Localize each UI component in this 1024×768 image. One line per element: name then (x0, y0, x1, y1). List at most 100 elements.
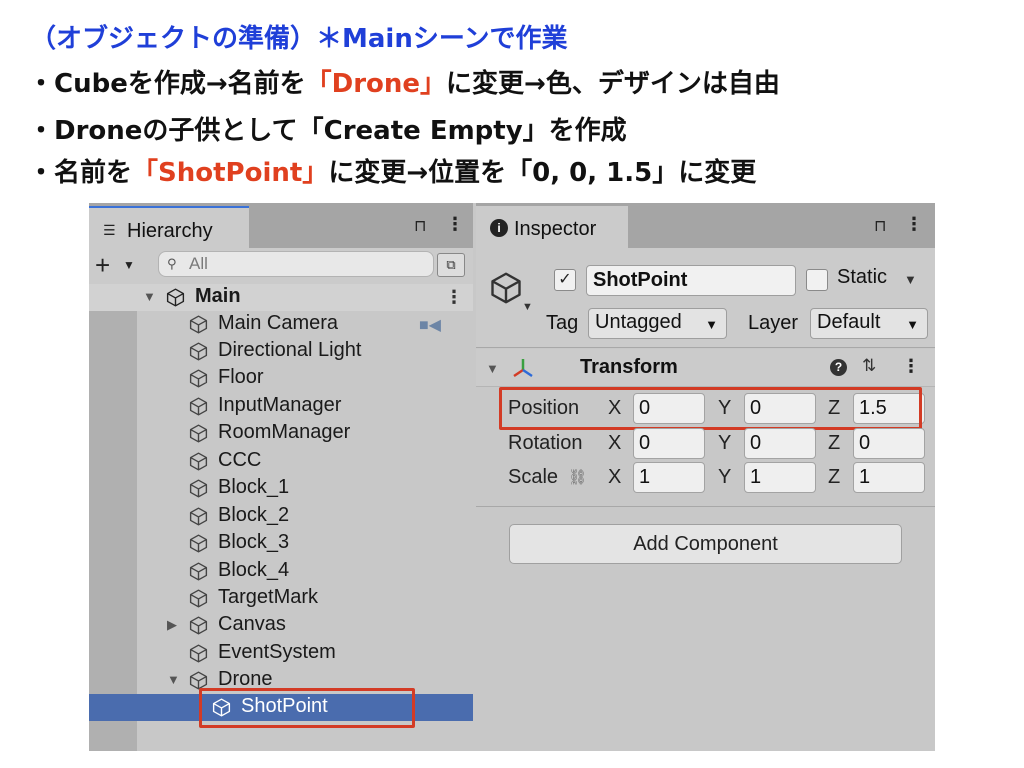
unity-scene-icon (165, 287, 186, 308)
kebab-icon[interactable]: ⋮ (446, 214, 464, 235)
object-name-field[interactable]: ShotPoint (586, 265, 796, 296)
cube-icon (188, 588, 209, 609)
bullet-2: ・Droneの子供として「Create Empty」を作成 (28, 110, 627, 147)
transform-axes-icon (513, 359, 533, 378)
hierarchy-panel: ☰ Hierarchy ⊓ ⋮ + ▼ ⚲ ⧉ ▼ Main ⋮ Main Ca… (89, 203, 473, 751)
presets-icon[interactable]: ⇅ (862, 356, 876, 376)
property-label: Rotation (508, 432, 583, 454)
bullet-3-text: ・名前を (28, 158, 133, 188)
item-label: EventSystem (218, 641, 336, 663)
cube-icon (188, 506, 209, 527)
scene-menu-icon[interactable]: ⋮ (445, 287, 463, 308)
axis-label: Z (828, 432, 841, 454)
tab-hierarchy[interactable]: ☰ Hierarchy (89, 206, 249, 248)
position-y-field[interactable]: 0 (744, 393, 816, 424)
rotation-y-field[interactable]: 0 (744, 428, 816, 459)
tag-dropdown[interactable]: Untagged ▼ (588, 308, 727, 339)
icon-picker-caret-icon[interactable]: ▼ (522, 301, 533, 313)
bullet-3: ・名前を「ShotPoint」に変更→位置を「0, 0, 1.5」に変更 (28, 152, 756, 189)
cube-icon (188, 478, 209, 499)
list-item[interactable]: InputManager (89, 393, 473, 420)
constrain-proportions-icon[interactable]: ⛓ (568, 468, 587, 486)
static-checkbox[interactable] (806, 269, 828, 291)
list-item[interactable]: Directional Light (89, 338, 473, 365)
cube-icon (188, 451, 209, 472)
bullet-2-text: ・Droneの子供として「Create Empty」を作成 (28, 116, 627, 146)
rotation-x-field[interactable]: 0 (633, 428, 705, 459)
hierarchy-tabbar: ☰ Hierarchy ⊓ ⋮ (89, 203, 473, 248)
scene-label: Main (195, 285, 241, 307)
item-label: InputManager (218, 394, 342, 416)
axis-label: X (608, 466, 622, 488)
bullet-1-highlight: 「Drone」 (305, 69, 447, 99)
cube-icon (211, 697, 232, 718)
lock-icon[interactable]: ⊓ (414, 216, 426, 236)
axis-label: Y (718, 432, 732, 454)
list-item[interactable]: Main Camera (89, 311, 473, 338)
list-item[interactable]: RoomManager (89, 420, 473, 447)
bullet-1-text-end: に変更→色、デザインは自由 (446, 69, 780, 99)
layer-dropdown[interactable]: Default ▼ (810, 308, 928, 339)
static-dropdown-icon[interactable]: ▼ (904, 272, 917, 287)
position-x-field[interactable]: 0 (633, 393, 705, 424)
list-item[interactable]: Block_2 (89, 503, 473, 530)
list-item[interactable]: TargetMark (89, 585, 473, 612)
scale-x-field[interactable]: 1 (633, 462, 705, 493)
search-input[interactable] (189, 254, 419, 274)
list-item[interactable]: CCC (89, 448, 473, 475)
cube-icon (188, 314, 209, 335)
cube-icon (188, 396, 209, 417)
transform-header[interactable]: ▼ Transform ? ⇅ ⋮ (476, 349, 935, 387)
list-item[interactable]: Block_3 (89, 530, 473, 557)
tag-label: Tag (546, 312, 579, 334)
list-item[interactable]: Block_4 (89, 558, 473, 585)
gameobject-icon (488, 270, 524, 306)
active-checkbox[interactable]: ✓ (554, 269, 576, 291)
list-item[interactable]: EventSystem (89, 640, 473, 667)
cube-icon (188, 615, 209, 636)
layer-label: Layer (748, 312, 799, 334)
item-label: Directional Light (218, 339, 362, 361)
kebab-icon[interactable]: ⋮ (902, 356, 920, 377)
static-label: Static (837, 266, 888, 288)
add-component-button[interactable]: Add Component (509, 524, 902, 564)
help-icon[interactable]: ? (830, 359, 847, 376)
scale-z-field[interactable]: 1 (853, 462, 925, 493)
list-item[interactable]: Block_1 (89, 475, 473, 502)
collapse-arrow-icon[interactable]: ▼ (167, 672, 180, 687)
rotation-z-field[interactable]: 0 (853, 428, 925, 459)
hierarchy-tab-label: Hierarchy (127, 220, 213, 242)
collapse-arrow-icon[interactable]: ▼ (143, 289, 156, 304)
kebab-icon[interactable]: ⋮ (905, 214, 923, 235)
list-item[interactable]: Floor (89, 365, 473, 392)
position-z-field[interactable]: 1.5 (853, 393, 925, 424)
cube-icon (188, 341, 209, 362)
item-label: Block_4 (218, 559, 290, 581)
inspector-tabbar: i Inspector ⊓ ⋮ (476, 203, 935, 248)
lock-icon[interactable]: ⊓ (874, 216, 886, 236)
unity-editor: ☰ Hierarchy ⊓ ⋮ + ▼ ⚲ ⧉ ▼ Main ⋮ Main Ca… (89, 203, 935, 751)
list-item[interactable]: ▶ Canvas (89, 612, 473, 639)
axis-label: Z (828, 397, 841, 419)
scene-visibility-button[interactable]: ⧉ (437, 253, 465, 277)
tab-inspector[interactable]: i Inspector (476, 206, 628, 248)
component-title: Transform (580, 356, 678, 378)
item-label: Block_1 (218, 476, 290, 498)
expand-arrow-icon[interactable]: ▶ (167, 617, 177, 633)
scale-y-field[interactable]: 1 (744, 462, 816, 493)
selected-item-label: ShotPoint (241, 695, 328, 717)
item-label: TargetMark (218, 586, 319, 608)
selected-list-item[interactable]: ShotPoint (89, 694, 473, 721)
collapse-arrow-icon[interactable]: ▼ (486, 361, 499, 376)
tag-value: Untagged (595, 311, 682, 333)
item-label: CCC (218, 449, 262, 471)
bullet-3-text-end: に変更→位置を「0, 0, 1.5」に変更 (328, 158, 757, 188)
layer-value: Default (817, 311, 881, 333)
scene-row[interactable]: ▼ Main (89, 284, 473, 311)
bullet-1-text: ・Cubeを作成→名前を (28, 69, 306, 99)
item-label: Block_3 (218, 531, 290, 553)
create-button[interactable]: + (95, 251, 110, 279)
list-item[interactable]: ▼ Drone (89, 667, 473, 694)
chevron-down-icon[interactable]: ▼ (123, 258, 135, 272)
rotation-row: Rotation X 0 Y 0 Z 0 (476, 427, 935, 461)
